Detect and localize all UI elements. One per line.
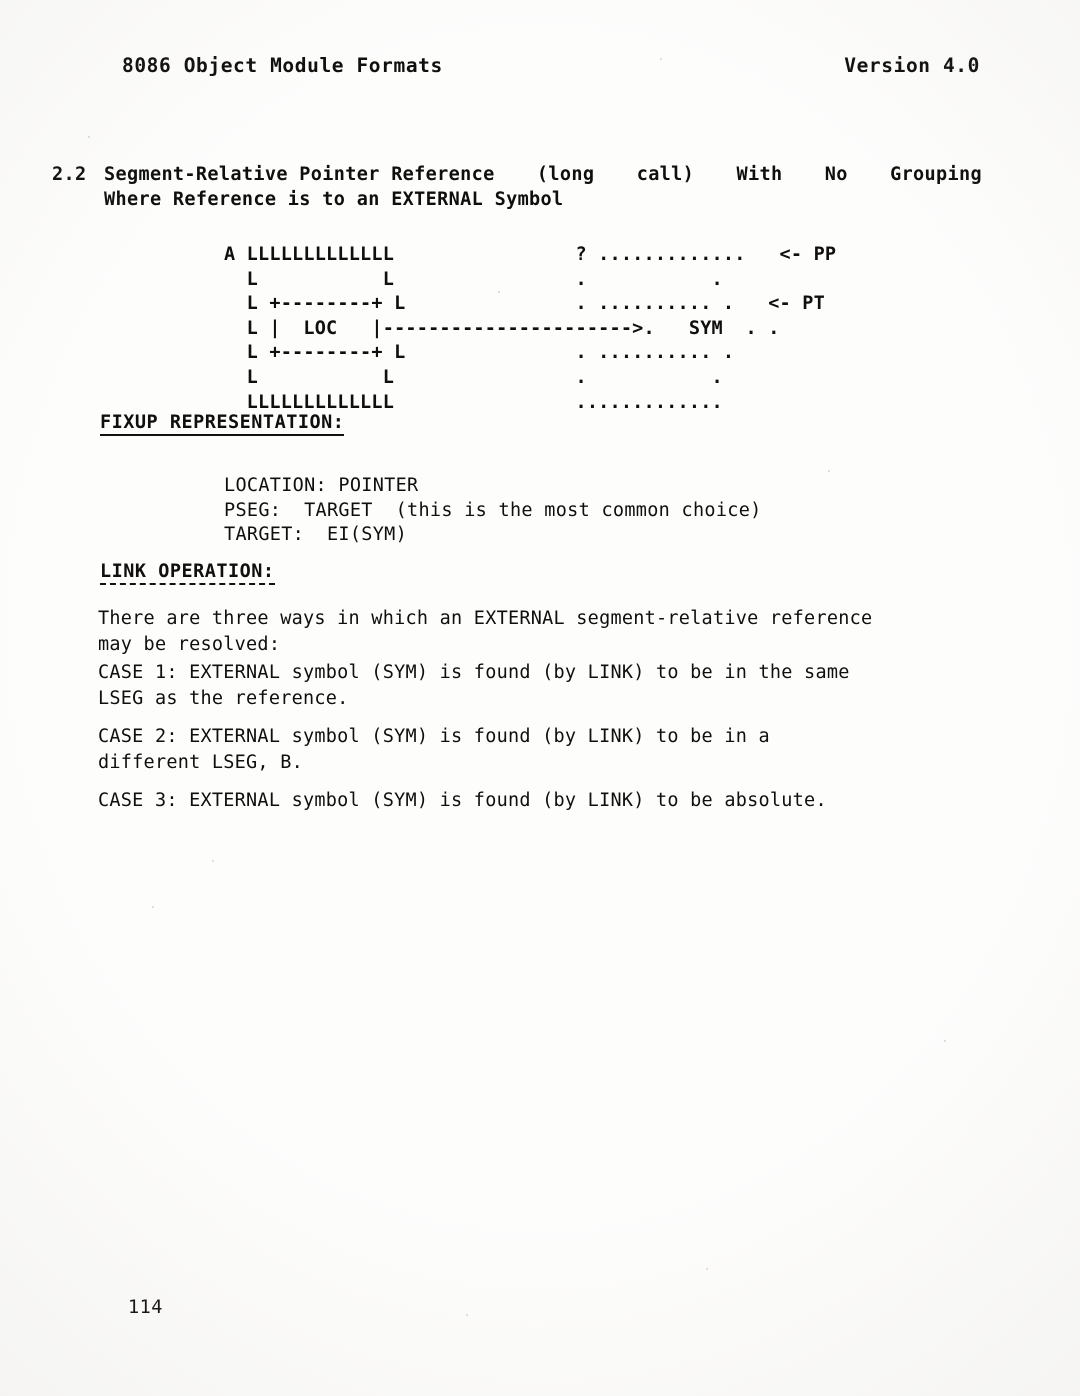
link-operation-heading: LINK OPERATION: — [100, 561, 275, 585]
fixup-location-line: LOCATION: POINTER — [224, 475, 419, 496]
section-title-part-a: Segment-Relative Pointer Reference — [104, 164, 495, 185]
scan-speck — [828, 470, 830, 472]
section-title-part-e: No — [824, 164, 848, 185]
case-2-line-2: different LSEG, B. — [98, 751, 303, 773]
section-heading-line-1: 2.2 Segment-Relative Pointer Reference (… — [52, 162, 982, 187]
case-3-line-1: CASE 3: EXTERNAL symbol (SYM) is found (… — [98, 790, 827, 811]
running-head-version: Version 4.0 — [844, 54, 980, 77]
section-title-words: Segment-Relative Pointer Reference (long… — [104, 162, 982, 187]
case-1-line-2: LSEG as the reference. — [98, 687, 349, 709]
section-heading-line-2: Where Reference is to an EXTERNAL Symbol — [104, 189, 564, 210]
fixup-target-line: TARGET: EI(SYM) — [224, 524, 408, 545]
case-2-line-1: CASE 2: EXTERNAL symbol (SYM) is found (… — [98, 726, 770, 747]
diagram-line-6: L L . . — [224, 366, 723, 388]
intro-line-1: There are three ways in which an EXTERNA… — [98, 608, 873, 629]
diagram-line-7: LLLLLLLLLLLLL ............. — [224, 391, 723, 413]
scan-speck — [944, 1040, 946, 1042]
case-1-line-1: CASE 1: EXTERNAL symbol (SYM) is found (… — [98, 662, 850, 683]
diagram-line-2: L L . . — [224, 268, 723, 290]
section-title-part-d: With — [736, 164, 783, 185]
scan-speck — [660, 58, 662, 60]
section-title-part-b: (long — [536, 164, 595, 185]
section-number: 2.2 — [52, 164, 87, 185]
case-2-paragraph: CASE 2: EXTERNAL symbol (SYM) is found (… — [98, 724, 966, 775]
ascii-diagram: A LLLLLLLLLLLLL ? ............. <- PP L … — [224, 243, 836, 415]
intro-line-2: may be resolved: — [98, 633, 281, 655]
fixup-representation-block: LOCATION: POINTER PSEG: TARGET (this is … — [224, 474, 762, 548]
running-head: 8086 Object Module Formats Version 4.0 — [122, 54, 980, 77]
fixup-representation-heading: FIXUP REPRESENTATION: — [100, 412, 345, 436]
diagram-line-4: L | LOC |---------------------->. SYM . … — [224, 317, 780, 339]
link-operation-heading-label: LINK OPERATION: — [100, 561, 275, 585]
diagram-line-3: L +--------+ L . .......... . <- PT — [224, 293, 825, 315]
link-operation-intro-paragraph: There are three ways in which an EXTERNA… — [98, 606, 966, 657]
scan-speck — [466, 1314, 468, 1316]
scan-speck — [212, 860, 214, 862]
section-title-part-f: Grouping — [890, 164, 982, 185]
fixup-pseg-line: PSEG: TARGET (this is the most common ch… — [224, 499, 762, 521]
page-number: 114 — [128, 1297, 163, 1318]
scan-speck — [152, 906, 154, 908]
scan-speck — [88, 136, 90, 138]
fixup-representation-heading-label: FIXUP REPRESENTATION: — [100, 412, 345, 436]
document-page: 8086 Object Module Formats Version 4.0 2… — [0, 0, 1080, 1396]
diagram-line-1: A LLLLLLLLLLLLL ? ............. <- PP — [224, 244, 837, 265]
section-heading: 2.2 Segment-Relative Pointer Reference (… — [52, 162, 982, 212]
diagram-line-5: L +--------+ L . .......... . — [224, 342, 735, 364]
scan-speck — [498, 291, 500, 293]
running-head-title: 8086 Object Module Formats — [122, 54, 443, 77]
section-title-part-c: call) — [636, 164, 695, 185]
case-3-paragraph: CASE 3: EXTERNAL symbol (SYM) is found (… — [98, 788, 966, 814]
scan-speck — [706, 1268, 708, 1270]
case-1-paragraph: CASE 1: EXTERNAL symbol (SYM) is found (… — [98, 660, 966, 711]
